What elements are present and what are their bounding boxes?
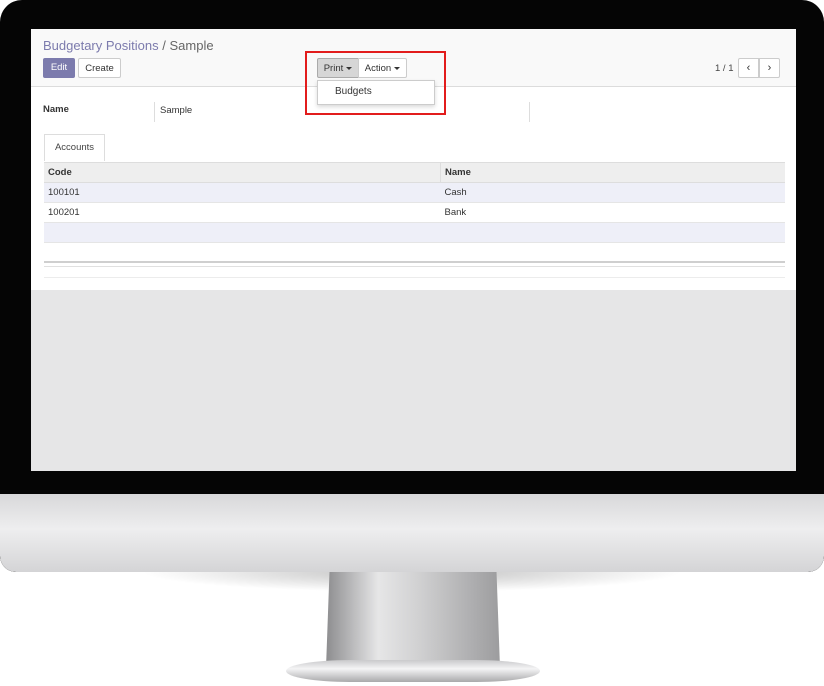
name-field-label: Name [43, 104, 69, 115]
monitor-stand-neck [326, 572, 500, 668]
table-empty-row [44, 222, 785, 243]
print-button-label: Print [323, 63, 344, 74]
table-footer-divider [44, 266, 785, 267]
accounts-table: Code Name 100101 Cash 100201 Bank [44, 162, 785, 243]
breadcrumb-parent-link[interactable]: Budgetary Positions [43, 38, 159, 53]
table-footer-divider [44, 261, 785, 263]
table-row[interactable]: 100201 Bank [44, 202, 785, 223]
monitor-frame: Budgetary Positions / Sample Edit Create… [0, 0, 824, 572]
edit-button[interactable]: Edit [43, 58, 75, 78]
chevron-left-icon: ‹ [746, 62, 751, 74]
caret-down-icon [346, 66, 353, 70]
caret-down-icon [394, 66, 401, 70]
breadcrumb: Budgetary Positions / Sample [43, 38, 214, 53]
app-screen: Budgetary Positions / Sample Edit Create… [31, 29, 796, 471]
breadcrumb-separator: / [162, 38, 166, 53]
form-sheet: Name Sample Accounts Code Name 100101 Ca… [31, 87, 796, 290]
field-divider [529, 102, 530, 122]
column-header-name[interactable]: Name [440, 162, 785, 183]
monitor-stand-base [286, 660, 540, 682]
table-footer-divider [44, 277, 785, 278]
monitor-chin [0, 494, 824, 572]
pager-next-button[interactable]: › [759, 58, 780, 78]
cell-name: Cash [440, 182, 785, 203]
action-dropdown-button[interactable]: Action [358, 58, 407, 78]
create-button[interactable]: Create [78, 58, 121, 78]
control-panel: Budgetary Positions / Sample Edit Create… [31, 29, 796, 87]
column-header-code[interactable]: Code [44, 162, 441, 183]
print-menu-item-budgets[interactable]: Budgets [335, 86, 372, 97]
field-divider [154, 102, 155, 122]
cell-name: Bank [440, 202, 785, 223]
name-field-value: Sample [160, 105, 193, 116]
breadcrumb-current: Sample [169, 38, 214, 53]
cell-code: 100201 [44, 202, 441, 223]
pager-previous-button[interactable]: ‹ [738, 58, 759, 78]
pager-value: 1 / 1 [715, 63, 734, 74]
cell-code: 100101 [44, 182, 441, 203]
table-row[interactable]: 100101 Cash [44, 182, 785, 203]
print-dropdown-button[interactable]: Print [317, 58, 359, 78]
action-button-label: Action [364, 63, 392, 74]
tab-accounts[interactable]: Accounts [44, 134, 105, 161]
table-header-row: Code Name [44, 162, 785, 183]
print-dropdown-menu: Budgets [317, 80, 435, 105]
chevron-right-icon: › [767, 62, 772, 74]
